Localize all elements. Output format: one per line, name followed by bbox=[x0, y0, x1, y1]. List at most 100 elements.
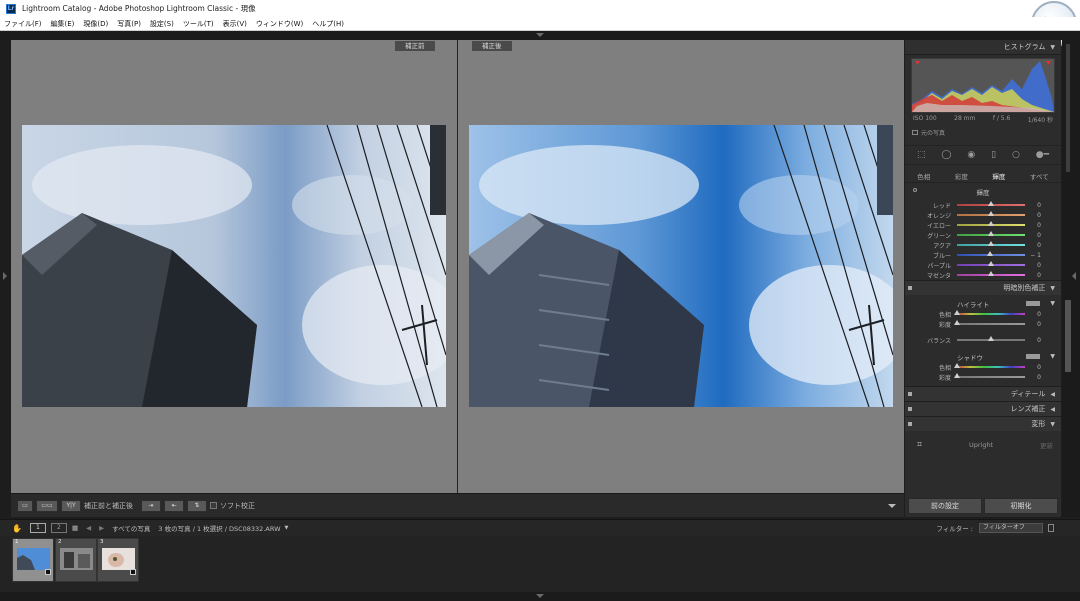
slider-thumb[interactable] bbox=[954, 310, 960, 315]
after-photo[interactable] bbox=[469, 125, 893, 407]
split-toning-header[interactable]: 明暗別色補正 ▼ bbox=[905, 280, 1061, 295]
scrollbar-thumb-lower[interactable] bbox=[1065, 300, 1071, 372]
slider-row[interactable]: レッド 0 bbox=[905, 200, 1061, 210]
slider-track[interactable] bbox=[954, 310, 1025, 315]
menu-item[interactable]: 設定(S) bbox=[150, 19, 174, 29]
hand-icon[interactable]: ✋ bbox=[12, 524, 22, 533]
monitor-1-button[interactable]: 1 bbox=[29, 523, 46, 533]
swap-before-after-button[interactable]: ⇅ bbox=[187, 499, 207, 512]
soft-proof-checkbox[interactable] bbox=[210, 502, 217, 509]
expand-left-icon[interactable] bbox=[3, 272, 7, 280]
highlights-color-swatch[interactable] bbox=[1026, 301, 1041, 306]
transform-toggle[interactable] bbox=[908, 422, 912, 426]
slider-track[interactable] bbox=[957, 211, 1025, 216]
collapse-histogram-icon[interactable]: ▼ bbox=[1050, 44, 1055, 51]
reset-button[interactable]: 初期化 bbox=[984, 498, 1058, 514]
left-panel-toggle[interactable] bbox=[0, 40, 11, 517]
loupe-view-button[interactable]: ▭ bbox=[17, 499, 33, 512]
slider-row[interactable]: マゼンタ 0 bbox=[905, 270, 1061, 280]
collapse-right-icon[interactable] bbox=[1072, 272, 1076, 280]
slider-row[interactable]: グリーン 0 bbox=[905, 230, 1061, 240]
slider-track[interactable] bbox=[957, 251, 1025, 256]
red-eye-icon[interactable]: ◉ bbox=[967, 150, 975, 160]
adjustment-brush-icon[interactable]: ●━ bbox=[1036, 150, 1049, 160]
back-arrow-icon[interactable]: ◀ bbox=[86, 524, 91, 532]
slider-track[interactable] bbox=[954, 363, 1025, 368]
menu-item[interactable]: 表示(V) bbox=[223, 19, 247, 29]
slider-thumb[interactable] bbox=[988, 271, 994, 276]
menu-item[interactable]: 編集(E) bbox=[51, 19, 75, 29]
slider-row[interactable]: 色相 0 bbox=[905, 309, 1061, 319]
shadows-picker-icon[interactable]: ▼ bbox=[1050, 353, 1055, 360]
thumbnail[interactable]: 1 bbox=[12, 538, 54, 582]
filter-lock-icon[interactable] bbox=[1048, 524, 1054, 532]
balance-slider[interactable]: バランス 0 bbox=[905, 335, 1061, 345]
expand-lens-correction-icon[interactable]: ◀ bbox=[1050, 406, 1055, 413]
tab-all[interactable]: すべて bbox=[1030, 171, 1049, 181]
filter-select[interactable]: フィルターオフ bbox=[979, 523, 1043, 533]
slider-thumb[interactable] bbox=[988, 211, 994, 216]
expand-detail-icon[interactable]: ◀ bbox=[1050, 391, 1055, 398]
spot-removal-icon[interactable]: ◯ bbox=[941, 150, 951, 160]
thumbnail[interactable]: 2 bbox=[55, 538, 97, 582]
slider-thumb[interactable] bbox=[988, 201, 994, 206]
detail-header[interactable]: ディテール ◀ bbox=[905, 386, 1061, 401]
slider-thumb[interactable] bbox=[954, 373, 960, 378]
targeted-adjust-icon[interactable] bbox=[913, 188, 917, 192]
slider-thumb[interactable] bbox=[988, 231, 994, 236]
collapse-split-toning-icon[interactable]: ▼ bbox=[1050, 285, 1055, 292]
lens-correction-toggle[interactable] bbox=[908, 407, 912, 411]
slider-row[interactable]: イエロー 0 bbox=[905, 220, 1061, 230]
balance-track[interactable] bbox=[957, 336, 1025, 341]
scrollbar-thumb[interactable] bbox=[1066, 44, 1070, 172]
histogram-header[interactable]: ヒストグラム ▼ bbox=[905, 40, 1061, 55]
menu-item[interactable]: 写真(P) bbox=[117, 19, 141, 29]
bottom-panel-toggle[interactable] bbox=[0, 592, 1080, 601]
thumbnail[interactable]: 3 bbox=[97, 538, 139, 582]
slider-thumb[interactable] bbox=[954, 320, 960, 325]
radial-filter-icon[interactable]: ○ bbox=[1012, 150, 1020, 160]
original-photo-toggle[interactable]: 元の写真 bbox=[912, 128, 1061, 137]
slider-row[interactable]: オレンジ 0 bbox=[905, 210, 1061, 220]
slider-track[interactable] bbox=[957, 221, 1025, 226]
original-photo-checkbox[interactable] bbox=[912, 130, 918, 135]
slider-track[interactable] bbox=[957, 201, 1025, 206]
source-dropdown-icon[interactable]: ▼ bbox=[285, 525, 289, 531]
balance-thumb[interactable] bbox=[988, 336, 994, 341]
split-toning-toggle[interactable] bbox=[908, 286, 912, 290]
slider-row[interactable]: パープル 0 bbox=[905, 260, 1061, 270]
toolbar-menu-icon[interactable] bbox=[888, 503, 896, 508]
highlights-picker-icon[interactable]: ▼ bbox=[1050, 300, 1055, 307]
slider-row[interactable]: ブルー − 1 bbox=[905, 250, 1061, 260]
shadows-color-swatch[interactable] bbox=[1026, 354, 1041, 359]
collapse-transform-icon[interactable]: ▼ bbox=[1050, 421, 1055, 428]
slider-thumb[interactable] bbox=[988, 261, 994, 266]
slider-track[interactable] bbox=[957, 241, 1025, 246]
grid-icon[interactable]: ▦ bbox=[72, 524, 78, 532]
menu-item[interactable]: ツール(T) bbox=[183, 19, 214, 29]
slider-row[interactable]: アクア 0 bbox=[905, 240, 1061, 250]
right-scrollbar[interactable] bbox=[1062, 40, 1080, 517]
menu-item[interactable]: ヘルプ(H) bbox=[312, 19, 344, 29]
copy-after-to-before-button[interactable]: ⇤ bbox=[164, 499, 184, 512]
slider-thumb[interactable] bbox=[988, 241, 994, 246]
before-photo[interactable] bbox=[22, 125, 446, 407]
menu-item[interactable]: ウィンドウ(W) bbox=[256, 19, 303, 29]
tab-saturation[interactable]: 彩度 bbox=[955, 171, 968, 181]
collapse-bottom-icon[interactable] bbox=[536, 594, 544, 598]
slider-thumb[interactable] bbox=[988, 221, 994, 226]
slider-track[interactable] bbox=[957, 261, 1025, 266]
top-panel-toggle[interactable] bbox=[0, 31, 1080, 40]
slider-row[interactable]: 彩度 0 bbox=[905, 319, 1061, 329]
update-button[interactable]: 更新 bbox=[1040, 440, 1053, 450]
slider-row[interactable]: 色相 0 bbox=[905, 362, 1061, 372]
monitor-2-button[interactable]: 2 bbox=[50, 523, 67, 533]
previous-settings-button[interactable]: 前の設定 bbox=[908, 498, 982, 514]
copy-before-to-after-button[interactable]: ⇥ bbox=[141, 499, 161, 512]
forward-arrow-icon[interactable]: ▶ bbox=[99, 524, 104, 532]
yy-view-button[interactable]: Y|Y bbox=[61, 499, 81, 512]
slider-thumb[interactable] bbox=[954, 363, 960, 368]
menu-item[interactable]: 現像(D) bbox=[83, 19, 108, 29]
slider-thumb[interactable] bbox=[987, 251, 994, 256]
detail-toggle[interactable] bbox=[908, 392, 912, 396]
